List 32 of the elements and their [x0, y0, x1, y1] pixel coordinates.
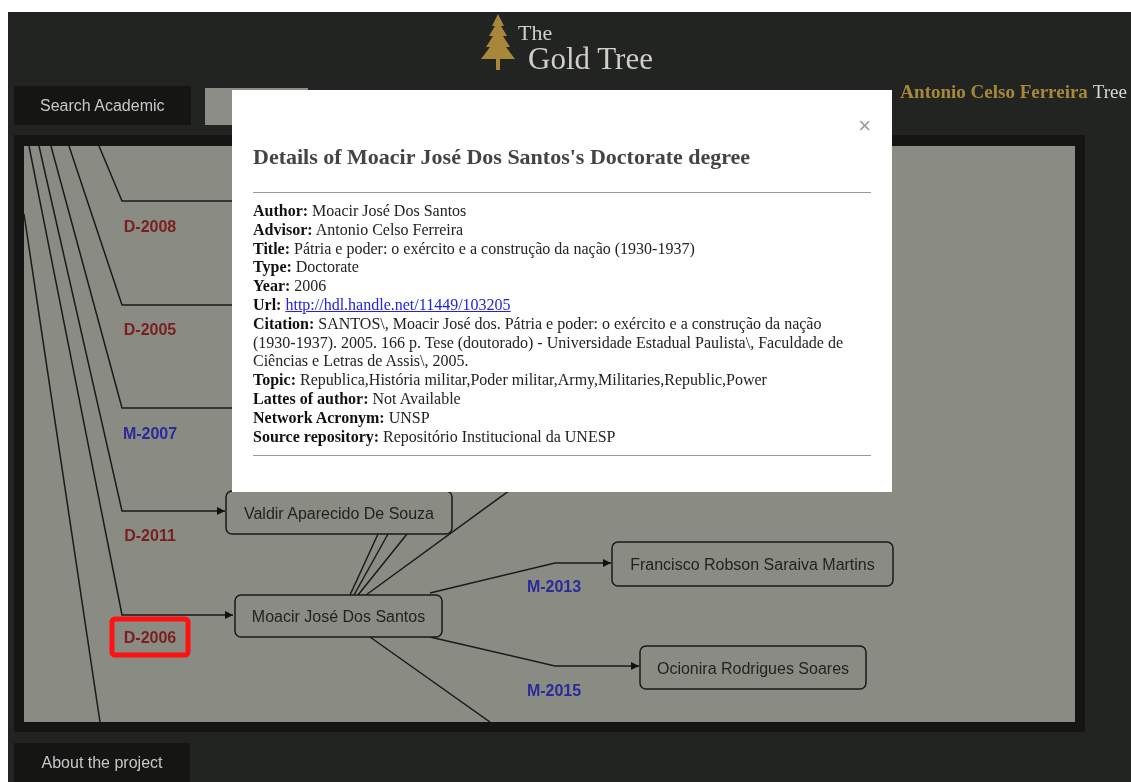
degree-label[interactable]: D-2011: [124, 527, 176, 544]
degree-label[interactable]: M-2007: [122, 425, 178, 442]
dialog-title: Details of Moacir José Dos Santos's Doctorate degree: [253, 144, 752, 170]
about-button[interactable]: About the project: [14, 743, 190, 782]
nav-button[interactable]: Search Academic: [14, 86, 191, 125]
person-node[interactable]: Valdir Aparecido De Souza: [225, 490, 453, 535]
url-link[interactable]: http://hdl.handle.net/11449/103205: [285, 296, 511, 313]
degree-label[interactable]: D-2008: [123, 218, 177, 235]
logo-text: The: [518, 22, 554, 44]
close-button[interactable]: ×: [858, 115, 871, 141]
detail-field: Type: Doctorate: [253, 258, 857, 278]
detail-field: Source repository: Repositório Institucional da UNESP: [253, 427, 857, 447]
person-node[interactable]: Francisco Robson Saraiva Martins: [611, 541, 894, 587]
detail-field: Author: Moacir José Dos Santos: [253, 202, 857, 221]
pine-tree-icon: [480, 14, 517, 70]
tree-owner-name: Antonio Celso Ferreira: [900, 81, 1088, 102]
detail-field: Lattes of author: Not Available: [253, 389, 857, 409]
person-node[interactable]: Moacir José Dos Santos: [234, 594, 443, 638]
person-node[interactable]: Ocionira Rodrigues Soares: [639, 645, 867, 690]
detail-field: Advisor: Antonio Celso Ferreira: [253, 220, 857, 240]
degree-label[interactable]: M-2013: [526, 578, 582, 595]
detail-field: Network Acronym: UNSP: [253, 408, 857, 428]
detail-field: Url: http://hdl.handle.net/11449/103205: [253, 296, 857, 315]
degree-label[interactable]: M-2015: [526, 682, 582, 699]
detail-field: Citation: SANTOS\, Moacir José dos. Pátria e poder: o exército e a construção da nação (1930-1937). 2005. 166 p. Tese (doutorado) - Universidade Estadual Paulista\, Faculdade de Ciências e Letras de Assis\, 2005.: [253, 314, 857, 372]
detail-field: Year: 2006: [253, 277, 857, 296]
degree-label[interactable]: D-2006: [123, 629, 177, 646]
detail-field: Topic: Republica,História militar,Poder militar,Army,Militaries,Republic,Power: [253, 371, 857, 390]
tree-title-suffix: Tree: [1092, 81, 1127, 102]
degree-label[interactable]: D-2005: [123, 321, 177, 338]
detail-field: Title: Pátria e poder: o exército e a construção da nação (1930-1937): [253, 239, 857, 259]
logo-text: Gold Tree: [528, 44, 653, 74]
